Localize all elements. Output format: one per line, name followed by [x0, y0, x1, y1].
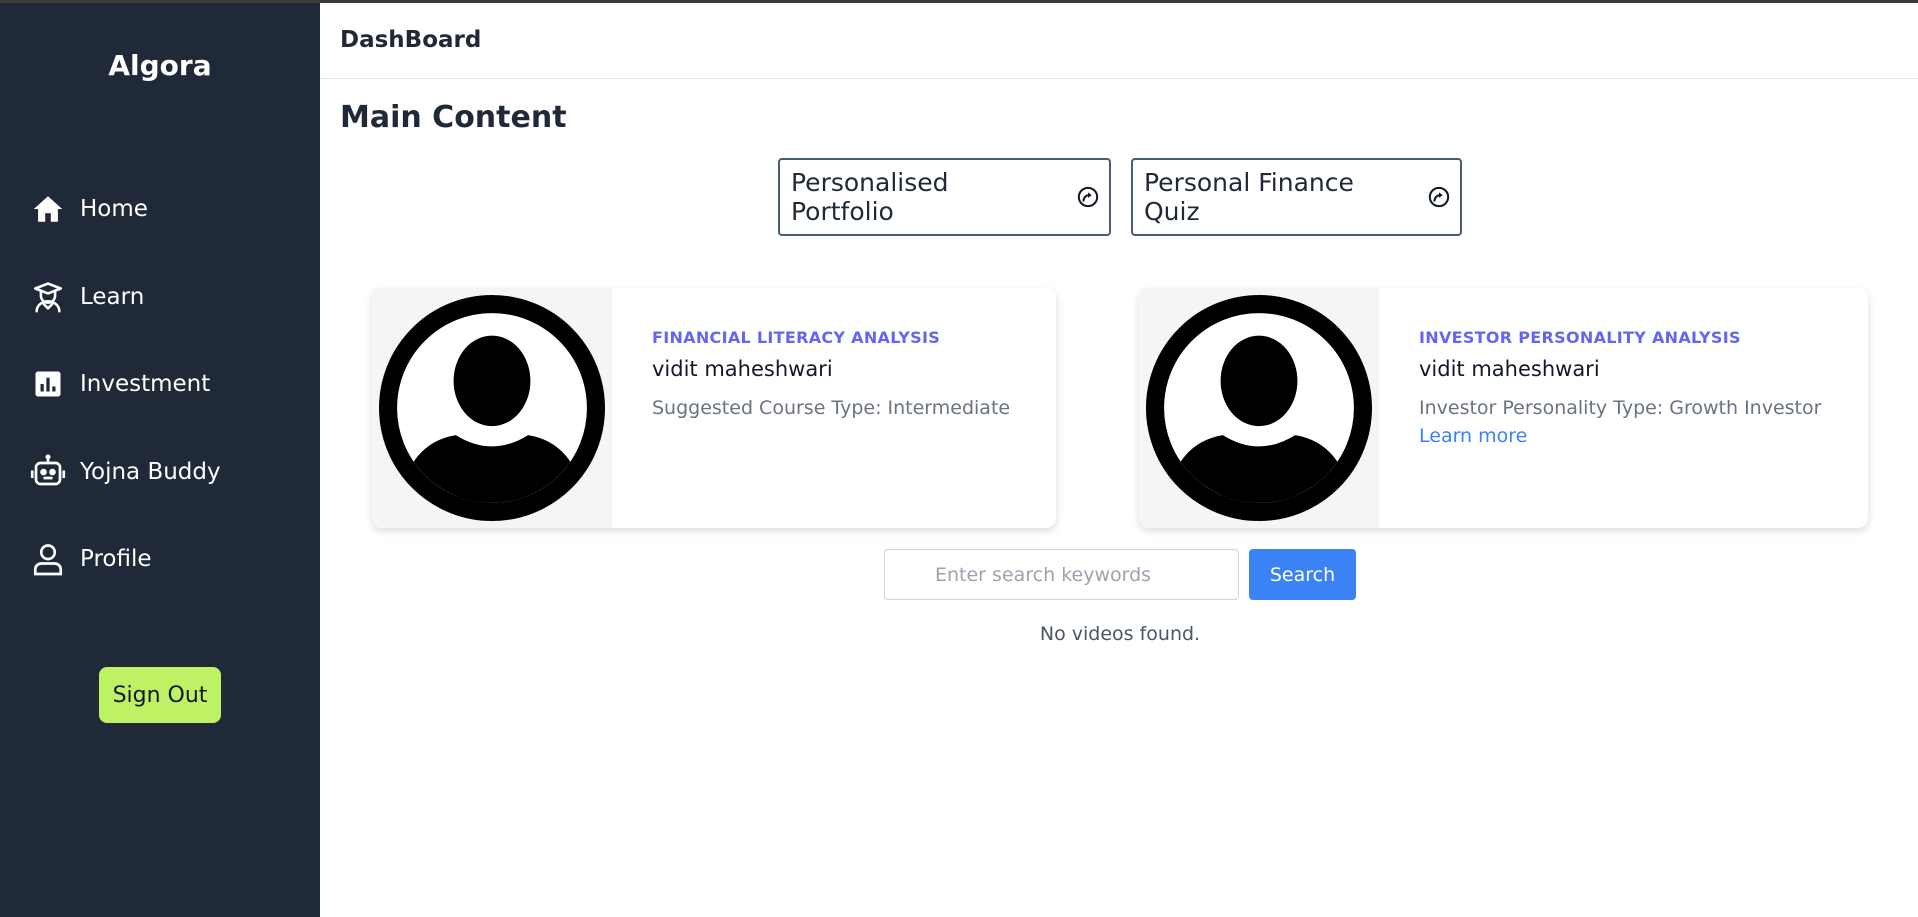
user-icon — [30, 541, 66, 577]
sidebar-item-home[interactable]: Home — [30, 185, 148, 233]
sidebar-item-label: Profile — [80, 546, 152, 572]
sidebar-item-label: Investment — [80, 371, 211, 397]
sidebar-item-learn[interactable]: Learn — [30, 273, 144, 321]
top-header: DashBoard — [320, 3, 1918, 79]
avatar — [1139, 288, 1379, 528]
button-label: Personalised Portfolio — [791, 168, 949, 226]
page-title: Main Content — [340, 100, 567, 135]
sidebar-item-label: Yojna Buddy — [80, 459, 221, 485]
investor-personality-card: INVESTOR PERSONALITY ANALYSIS vidit mahe… — [1139, 288, 1868, 528]
brand-logo-text: Algora — [108, 49, 212, 82]
chart-icon — [30, 366, 66, 402]
user-avatar-icon — [379, 295, 605, 521]
card-kicker: INVESTOR PERSONALITY ANALYSIS — [1419, 328, 1741, 347]
user-avatar-icon — [1146, 295, 1372, 521]
sidebar-item-profile[interactable]: Profile — [30, 535, 152, 583]
arrow-circle-icon — [1077, 186, 1099, 208]
button-label: Personal Finance Quiz — [1144, 168, 1354, 226]
avatar — [372, 288, 612, 528]
card-user-name: vidit maheshwari — [1419, 357, 1600, 381]
sidebar-item-label: Learn — [80, 284, 145, 310]
personal-finance-quiz-button[interactable]: Personal Finance Quiz — [1131, 158, 1462, 236]
empty-results-message: No videos found. — [1039, 623, 1201, 645]
sidebar-item-label: Home — [80, 196, 148, 222]
arrow-circle-icon — [1428, 186, 1450, 208]
header-title: DashBoard — [340, 27, 482, 53]
search-button[interactable]: Search — [1249, 549, 1356, 600]
search-input[interactable] — [884, 549, 1239, 600]
financial-literacy-card: FINANCIAL LITERACY ANALYSIS vidit mahesh… — [372, 288, 1056, 528]
sidebar-item-investment[interactable]: Investment — [30, 360, 210, 408]
robot-icon — [30, 454, 66, 490]
card-description: Suggested Course Type: Intermediate — [652, 397, 1011, 419]
card-kicker: FINANCIAL LITERACY ANALYSIS — [652, 328, 941, 347]
card-user-name: vidit maheshwari — [652, 357, 833, 381]
personalised-portfolio-button[interactable]: Personalised Portfolio — [778, 158, 1111, 236]
sidebar-item-yojna-buddy[interactable]: Yojna Buddy — [30, 448, 221, 496]
card-description: Investor Personality Type: Growth Invest… — [1419, 397, 1822, 419]
home-icon — [30, 191, 66, 227]
sidebar: Algora Home Learn Investment Yojna Buddy… — [0, 3, 320, 917]
learn-more-link[interactable]: Learn more — [1419, 425, 1848, 447]
sign-out-button[interactable]: Sign Out — [99, 667, 221, 723]
graduation-icon — [30, 279, 66, 315]
